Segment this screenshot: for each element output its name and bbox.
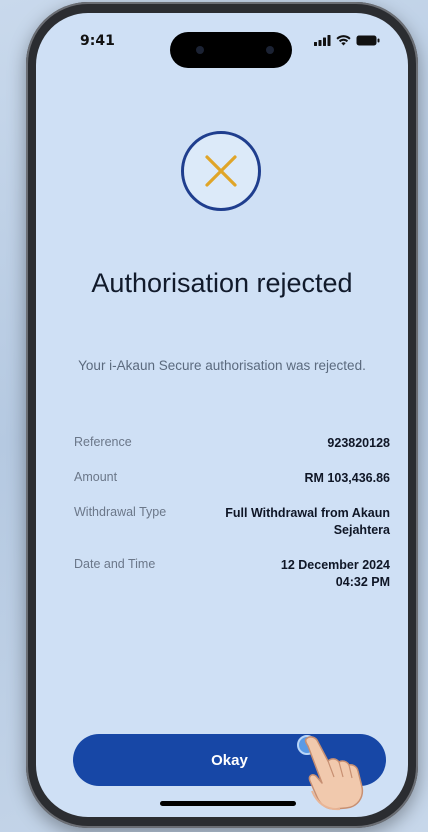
battery-icon	[356, 35, 380, 46]
sensor-dot	[196, 46, 204, 54]
status-time: 9:41	[80, 33, 115, 49]
home-indicator	[160, 801, 296, 806]
detail-row-amount: Amount RM 103,436.86	[74, 470, 390, 487]
detail-value: Full Withdrawal from Akaun Sejahtera	[225, 506, 390, 537]
status-icons	[314, 35, 380, 46]
detail-label: Withdrawal Type	[74, 505, 167, 519]
phone-frame: 9:41 Authorisation rejected Your i-Akaun…	[26, 2, 418, 828]
app-screen: 9:41 Authorisation rejected Your i-Akaun…	[36, 13, 408, 817]
detail-label: Date and Time	[74, 557, 156, 571]
dynamic-island	[170, 32, 292, 68]
detail-value: 12 December 2024 04:32 PM	[280, 558, 390, 589]
signal-icon	[314, 35, 331, 46]
camera-dot	[266, 46, 274, 54]
wifi-icon	[336, 35, 351, 46]
detail-row-date-time: Date and Time 12 December 2024 04:32 PM	[74, 557, 390, 591]
status-bar: 9:41	[36, 13, 408, 68]
detail-value: 923820128	[327, 436, 390, 450]
pointing-hand-icon	[304, 736, 364, 811]
rejected-status-icon	[181, 131, 261, 211]
close-x-icon	[205, 155, 237, 187]
page-title: Authorisation rejected	[91, 268, 353, 298]
detail-label: Amount	[74, 470, 118, 484]
detail-row-reference: Reference 923820128	[74, 435, 390, 452]
detail-label: Reference	[74, 435, 132, 449]
detail-row-withdrawal-type: Withdrawal Type Full Withdrawal from Aka…	[74, 505, 390, 539]
transaction-details: Reference 923820128 Amount RM 103,436.86…	[74, 435, 390, 609]
detail-value: RM 103,436.86	[304, 471, 390, 485]
result-message: Your i-Akaun Secure authorisation was re…	[78, 358, 366, 373]
